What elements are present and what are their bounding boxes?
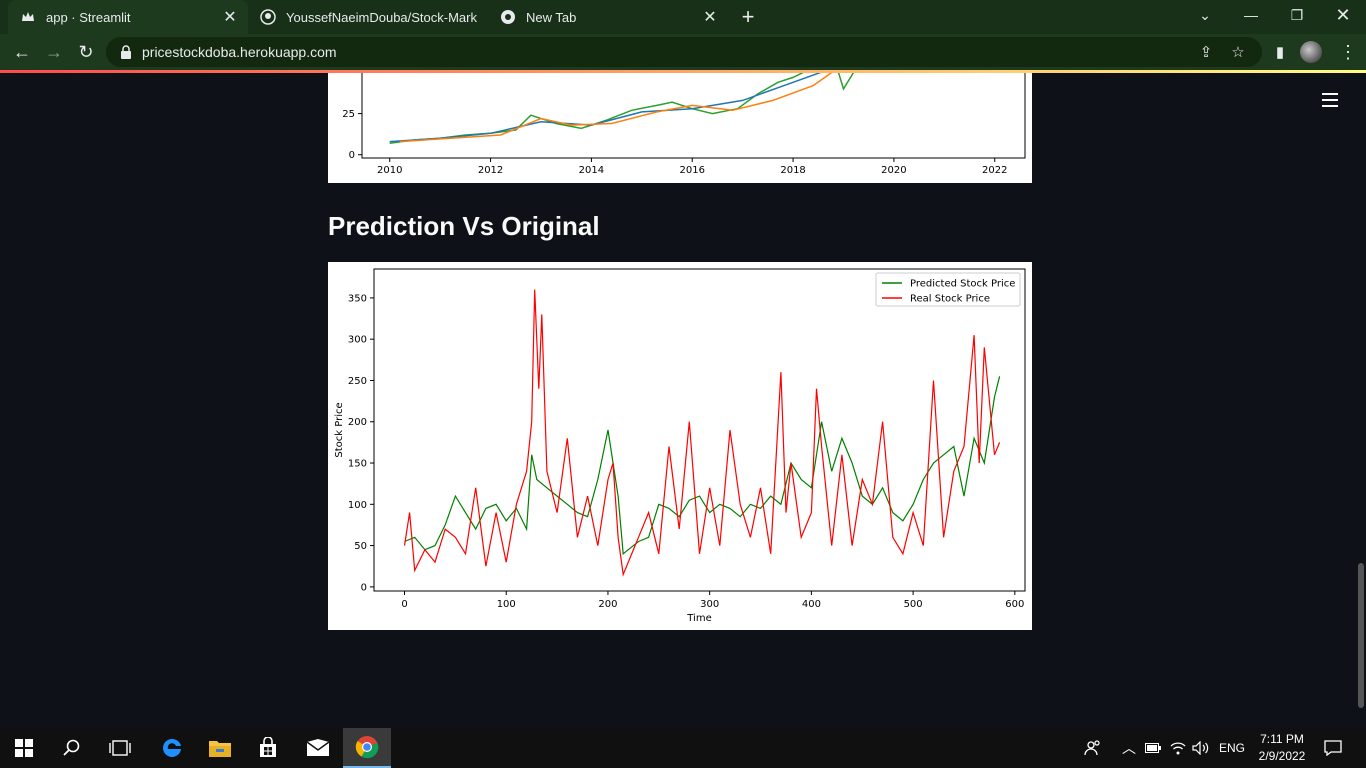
close-tab-icon[interactable]: ✕ — [700, 7, 720, 27]
address-bar[interactable]: pricestockdoba.herokuapp.com ⇪ ☆ — [106, 37, 1262, 67]
streamlit-app-content: 2010 2012 2014 2016 2018 2020 2022 0 25 Predicti… — [0, 73, 1366, 728]
volume-icon[interactable] — [1192, 728, 1210, 768]
tab-title: app · Streamlit — [46, 9, 131, 25]
people-icon[interactable] — [1084, 728, 1102, 768]
y-tick-label: 300 — [348, 335, 367, 346]
page-scrollbar[interactable] — [1358, 563, 1364, 708]
series-line-0 — [389, 73, 855, 144]
avatar[interactable] — [1300, 41, 1322, 63]
side-panel-icon[interactable]: ▮ — [1270, 42, 1290, 62]
battery-icon[interactable] — [1145, 728, 1161, 768]
tab-title: New Tab — [526, 9, 577, 25]
system-clock[interactable]: 7:11 PM 2/9/2022 — [1250, 731, 1314, 765]
y-tick-label: 250 — [348, 376, 367, 387]
close-window-button[interactable]: ✕ — [1320, 0, 1366, 30]
chevron-up-icon[interactable]: ︿ — [1122, 728, 1136, 768]
share-icon[interactable]: ⇪ — [1196, 42, 1216, 62]
search-icon[interactable] — [48, 728, 96, 768]
moving-average-chart-svg: 2010 2012 2014 2016 2018 2020 2022 0 25 — [342, 73, 1026, 176]
x-tick-label: 200 — [598, 599, 617, 610]
x-tick-label: 100 — [497, 599, 516, 610]
forward-button[interactable]: → — [40, 38, 68, 66]
close-tab-icon[interactable]: ✕ — [220, 7, 240, 27]
prediction-chart-svg: 0 100 200 300 400 500 600 0 50 100 150 200 250 300 350… — [334, 268, 1026, 624]
chrome-icon — [355, 736, 379, 759]
notification-icon[interactable] — [1324, 728, 1342, 768]
hamburger-menu-icon[interactable] — [1322, 93, 1338, 107]
moving-average-chart: 2010 2012 2014 2016 2018 2020 2022 0 25 — [328, 73, 1032, 183]
tab-streamlit-app[interactable]: app · Streamlit ✕ — [8, 0, 248, 34]
x-tick-label: 0 — [401, 599, 407, 610]
x-tick-label: 400 — [802, 599, 821, 610]
prediction-chart: 0 100 200 300 400 500 600 0 50 100 150 200 250 300 350… — [328, 262, 1032, 630]
x-tick-label: 2022 — [982, 165, 1007, 176]
y-tick-label: 150 — [348, 459, 367, 470]
edge-icon[interactable] — [148, 728, 196, 768]
streamlit-crown-icon — [20, 9, 36, 25]
x-tick-label: 2010 — [377, 165, 402, 176]
clock-time: 7:11 PM — [1260, 732, 1304, 746]
windows-start-icon[interactable] — [0, 728, 48, 768]
y-axis-label: Stock Price — [334, 402, 345, 457]
restore-button[interactable]: ❐ — [1274, 0, 1320, 30]
url-text: pricestockdoba.herokuapp.com — [142, 44, 337, 60]
x-tick-label: 2014 — [579, 165, 604, 176]
new-tab-button[interactable]: + — [736, 4, 760, 29]
legend-label: Real Stock Price — [910, 294, 990, 305]
tab-search-icon[interactable]: ⌄ — [1182, 0, 1228, 30]
reload-button[interactable]: ↻ — [72, 38, 100, 66]
x-tick-label: 2016 — [680, 165, 705, 176]
x-tick-label: 2018 — [780, 165, 805, 176]
x-tick-label: 2020 — [881, 165, 906, 176]
github-icon — [260, 9, 276, 25]
mail-icon[interactable] — [294, 728, 342, 768]
y-tick-label: 25 — [342, 109, 355, 120]
series-line-real — [403, 289, 1001, 577]
page-heading: Prediction Vs Original — [328, 211, 600, 241]
x-tick-label: 600 — [1005, 599, 1024, 610]
tab-new-tab[interactable]: New Tab ✕ — [488, 0, 728, 34]
y-tick-label: 0 — [349, 150, 355, 161]
file-explorer-icon[interactable] — [196, 728, 244, 768]
toolbar: ← → ↻ pricestockdoba.herokuapp.com ⇪ ☆ ▮… — [0, 34, 1366, 70]
back-button[interactable]: ← — [8, 38, 36, 66]
chrome-icon — [500, 9, 516, 25]
x-tick-label: 500 — [904, 599, 923, 610]
x-tick-label: 300 — [700, 599, 719, 610]
browser-frame: app · Streamlit ✕ YoussefNaeimDouba/Stoc… — [0, 0, 1366, 73]
lock-icon — [121, 45, 131, 59]
legend-label: Predicted Stock Price — [910, 279, 1015, 290]
tab-title: YoussefNaeimDouba/Stock-Mark — [286, 9, 477, 25]
chrome-taskbar-button[interactable] — [343, 728, 391, 768]
language-indicator[interactable]: ENG — [1219, 728, 1245, 768]
tab-github[interactable]: YoussefNaeimDouba/Stock-Mark — [248, 0, 488, 34]
bookmark-star-icon[interactable]: ☆ — [1228, 42, 1248, 62]
series-line-1 — [389, 73, 822, 143]
y-tick-label: 100 — [348, 500, 367, 511]
minimize-button[interactable]: — — [1228, 0, 1274, 30]
y-tick-label: 350 — [348, 293, 367, 304]
more-menu-icon[interactable]: ⋮ — [1334, 38, 1362, 66]
x-axis-label: Time — [686, 613, 711, 624]
y-tick-label: 200 — [348, 417, 367, 428]
x-tick-label: 2012 — [478, 165, 503, 176]
store-icon[interactable] — [244, 728, 292, 768]
task-view-icon[interactable] — [96, 728, 144, 768]
plot-frame — [361, 73, 1026, 159]
series-line-2 — [399, 73, 833, 143]
plot-frame — [373, 268, 1026, 592]
tab-strip: app · Streamlit ✕ YoussefNaeimDouba/Stoc… — [0, 0, 1366, 34]
windows-taskbar: ︿ ENG 7:11 PM 2/9/2022 — [0, 728, 1366, 768]
y-tick-label: 0 — [361, 582, 367, 593]
y-tick-label: 50 — [354, 541, 367, 552]
wifi-icon[interactable] — [1170, 728, 1186, 768]
clock-date: 2/9/2022 — [1258, 749, 1306, 763]
